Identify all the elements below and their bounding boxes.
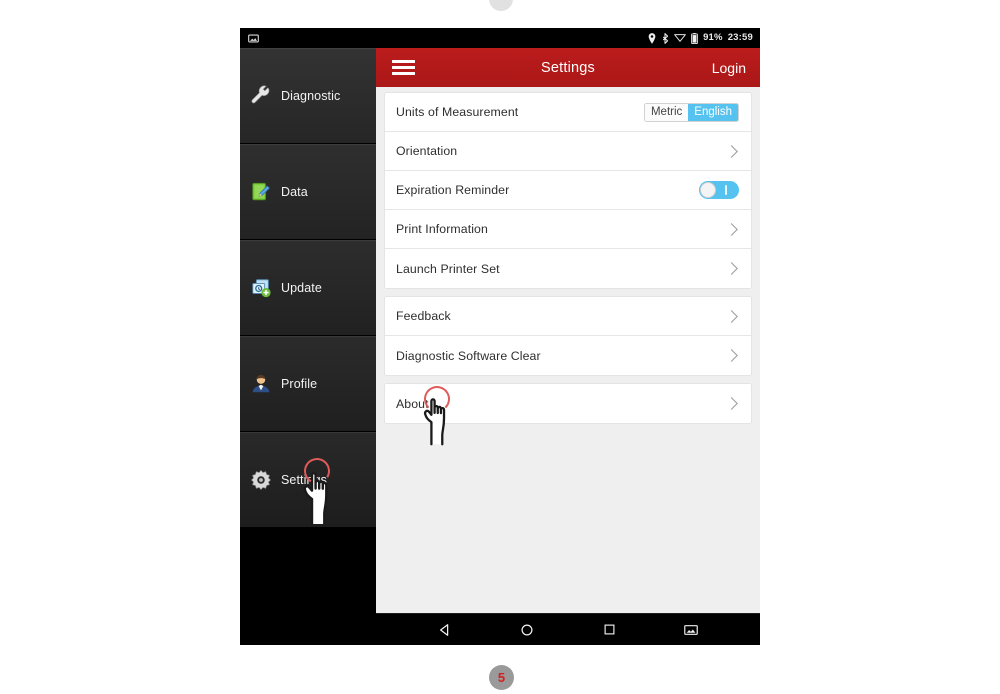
- units-segmented-control[interactable]: Metric English: [643, 102, 739, 122]
- image-icon: [248, 34, 259, 42]
- left-sidebar: Diagnostic Data Update Profile Settings: [240, 48, 376, 645]
- segment-english[interactable]: English: [688, 103, 738, 121]
- row-print-information[interactable]: Print Information: [385, 210, 751, 249]
- row-label: Feedback: [396, 309, 451, 323]
- row-control: [725, 262, 739, 275]
- sidebar-item-update[interactable]: Update: [240, 240, 376, 336]
- app-bar: Settings Login: [376, 48, 760, 87]
- person-avatar-icon: [252, 374, 270, 392]
- screenshot-root: 91% 23:59 Diagnostic Data Update Profile…: [0, 0, 1000, 694]
- login-button[interactable]: Login: [712, 60, 746, 76]
- row-label: Print Information: [396, 222, 488, 236]
- sidebar-item-label: Diagnostic: [281, 88, 341, 103]
- screenshot-icon[interactable]: [682, 621, 700, 639]
- settings-group-3: About: [385, 384, 751, 423]
- wifi-icon: [674, 34, 686, 42]
- chevron-right-icon: [725, 262, 738, 275]
- location-pin-icon: [648, 32, 656, 44]
- segment-metric[interactable]: Metric: [644, 103, 689, 121]
- sidebar-filler: [240, 528, 376, 645]
- settings-group-2: Feedback Diagnostic Software Clear: [385, 297, 751, 375]
- row-control: [725, 309, 739, 323]
- chevron-right-icon: [725, 349, 738, 362]
- sidebar-item-label: Profile: [281, 376, 318, 391]
- row-label: Diagnostic Software Clear: [396, 348, 541, 363]
- row-units-of-measurement[interactable]: Units of Measurement Metric English: [385, 93, 751, 132]
- row-label: About: [396, 396, 429, 411]
- battery-percent-label: 91%: [703, 32, 723, 44]
- row-diagnostic-software-clear[interactable]: Diagnostic Software Clear: [385, 336, 751, 375]
- settings-list: Units of Measurement Metric English Orie…: [376, 87, 760, 613]
- hamburger-menu-icon[interactable]: [392, 59, 415, 76]
- clock-label: 23:59: [727, 32, 753, 44]
- sidebar-item-data[interactable]: Data: [240, 144, 376, 240]
- toggle-on-mark: [725, 185, 727, 195]
- page-indicator-stub: [489, 0, 513, 11]
- row-feedback[interactable]: Feedback: [385, 297, 751, 336]
- main-panel: Settings Login Units of Measurement Metr…: [376, 48, 760, 645]
- recents-square-icon[interactable]: [600, 621, 618, 639]
- tablet-device-frame: 91% 23:59 Diagnostic Data Update Profile…: [240, 28, 760, 645]
- device-body: Diagnostic Data Update Profile Settings …: [240, 48, 760, 645]
- chevron-right-icon: [725, 144, 738, 158]
- sidebar-item-label: Settings: [281, 472, 327, 487]
- chevron-right-icon: [725, 397, 738, 410]
- row-control: [699, 181, 739, 199]
- row-control: Metric English: [643, 102, 739, 122]
- row-expiration-reminder[interactable]: Expiration Reminder: [385, 171, 751, 210]
- chevron-right-icon: [725, 309, 738, 323]
- update-download-icon: [252, 278, 271, 297]
- row-control: [725, 222, 739, 236]
- row-launch-printer-set[interactable]: Launch Printer Set: [385, 249, 751, 288]
- page-title: Settings: [541, 59, 595, 76]
- expiration-reminder-toggle[interactable]: [699, 181, 739, 199]
- sidebar-item-label: Data: [281, 184, 308, 199]
- wrench-icon: [251, 85, 270, 103]
- android-nav-bar: [376, 613, 760, 645]
- row-label: Units of Measurement: [396, 105, 519, 119]
- row-about[interactable]: About: [385, 384, 751, 423]
- notepad-pencil-icon: [252, 182, 270, 200]
- row-label: Orientation: [396, 144, 458, 158]
- sidebar-item-settings[interactable]: Settings: [240, 432, 376, 528]
- row-label: Expiration Reminder: [396, 183, 510, 197]
- row-control: [725, 349, 739, 362]
- chevron-right-icon: [725, 222, 738, 236]
- back-triangle-icon[interactable]: [436, 621, 454, 639]
- row-label: Launch Printer Set: [396, 261, 500, 276]
- settings-group-1: Units of Measurement Metric English Orie…: [385, 93, 751, 288]
- sidebar-item-profile[interactable]: Profile: [240, 336, 376, 432]
- gear-icon: [250, 469, 272, 490]
- row-control: [725, 144, 739, 158]
- toggle-knob: [700, 182, 716, 198]
- bluetooth-icon: [662, 32, 669, 44]
- status-bar-right: 91% 23:59: [648, 32, 753, 44]
- page-number-badge: 5: [489, 665, 514, 690]
- row-orientation[interactable]: Orientation: [385, 132, 751, 171]
- home-circle-icon[interactable]: [518, 621, 536, 639]
- sidebar-item-label: Update: [281, 280, 322, 295]
- sidebar-item-diagnostic[interactable]: Diagnostic: [240, 48, 376, 144]
- status-bar-left: [248, 33, 259, 44]
- android-status-bar: 91% 23:59: [240, 28, 760, 48]
- battery-icon: [691, 32, 698, 44]
- row-control: [725, 397, 739, 410]
